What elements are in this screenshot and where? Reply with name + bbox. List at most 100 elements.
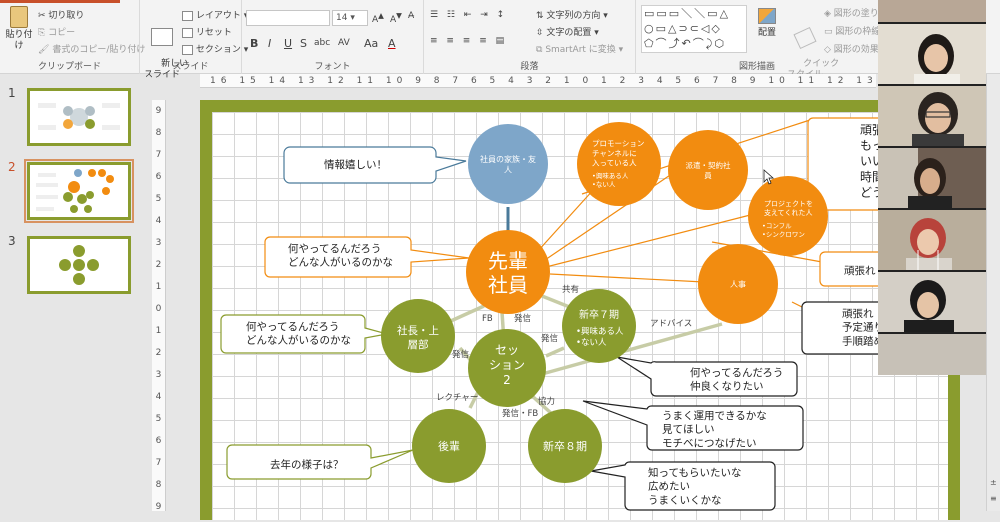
slide-thumbnail-1[interactable] — [27, 88, 131, 146]
shadow-button[interactable]: abc — [314, 38, 330, 48]
format-painter-button[interactable]: 🖌 書式のコピー/貼り付け — [38, 42, 145, 55]
node-kouhai[interactable]: 後輩 — [412, 409, 486, 483]
text-direction-button[interactable]: ⇅ 文字列の方向 ▾ — [536, 8, 608, 21]
video-tile-3[interactable] — [878, 86, 986, 146]
arrange-icon — [758, 8, 776, 24]
vertical-ruler-tick: 0 — [155, 304, 162, 314]
vertical-ruler-tick: 7 — [155, 150, 162, 160]
copy-button[interactable]: ⎘ コピー — [38, 25, 75, 38]
font-group: 14 ▾ A▲ A▼ A̶ B I U S abc AV Aa A フォント — [242, 0, 424, 74]
slides-group-label: スライド — [172, 62, 209, 72]
scroll-plus-icon[interactable]: ± — [990, 478, 997, 487]
shapes-gallery[interactable]: ▭▭▭＼＼▭△ ○▭△⊃⊂◁◇ ⬠⌒⤴↶⌒⤸⬡ — [641, 5, 747, 53]
video-tile-2[interactable] — [878, 24, 986, 84]
node-project[interactable]: プロジェクトを支えてくれた人 •コンフル•シンクロワン — [748, 176, 828, 256]
participant-4-avatar — [878, 148, 986, 208]
video-call-panel — [878, 0, 986, 375]
node-project-text: プロジェクトを支えてくれた人 — [764, 200, 813, 217]
connector-senpai-jinji — [549, 273, 705, 283]
bold-button[interactable]: B — [250, 37, 258, 50]
node-shinsotsu7[interactable]: 新卒７期 •興味ある人•ない人 — [562, 289, 636, 363]
node-kouhai-text: 後輩 — [438, 439, 460, 453]
paste-button[interactable]: 貼り付け — [2, 6, 36, 52]
copy-label: コピー — [48, 28, 76, 38]
vertical-ruler-tick: 5 — [155, 414, 162, 424]
slides-group: 新しい スライド レイアウト ▾ リセット セクション ▾ スライド — [140, 0, 248, 80]
font-size-field[interactable]: 14 ▾ — [332, 10, 368, 26]
callout-right-mid-text: 頑張れ — [844, 265, 876, 277]
vertical-ruler-tick: 9 — [155, 502, 162, 512]
cut-label: 切り取り — [48, 11, 85, 21]
node-senpai[interactable]: 先輩社員 — [466, 230, 550, 314]
mindmap-diagram: .lo { stroke: #f28c10; stroke-width: 1.2… — [220, 117, 948, 511]
font-name-field[interactable] — [246, 10, 330, 26]
layout-button[interactable]: レイアウト ▾ — [182, 8, 248, 21]
cut-button[interactable]: ✂ 切り取り — [38, 8, 84, 21]
arrange-label: 配置 — [757, 28, 776, 38]
slide-thumbnail-3[interactable] — [27, 236, 131, 294]
font-color-button[interactable]: A — [388, 37, 396, 50]
node-shinsotsu7-text: 新卒７期 — [579, 308, 619, 321]
shape-outline-button[interactable]: ▭ 図形の枠線 — [824, 24, 880, 37]
slide-thumbnail-2[interactable] — [24, 159, 134, 223]
video-tile-5[interactable] — [878, 210, 986, 270]
reset-icon — [182, 27, 193, 38]
callout-president: 何やってるんだろうどんな人がいるのかな — [220, 314, 388, 354]
align-buttons[interactable]: ≡ ≡ ≡ ≡ ▤ — [430, 36, 507, 46]
underline-button[interactable]: U — [284, 37, 292, 50]
vertical-ruler-tick: 3 — [155, 238, 162, 248]
vertical-scrollbar[interactable]: ± ≡ — [986, 74, 1000, 511]
scroll-fit-icon[interactable]: ≡ — [990, 494, 997, 503]
shape-effects-label: 図形の効果 — [833, 45, 879, 55]
node-family[interactable]: 社員の家族・友人 — [468, 124, 548, 204]
vertical-ruler-tick: 9 — [155, 106, 162, 116]
video-tile-6[interactable] — [878, 272, 986, 332]
node-haken[interactable]: 派遣・契約社員 — [668, 130, 748, 210]
arrange-button[interactable]: 配置 — [752, 8, 782, 39]
shape-fill-button[interactable]: ◈ 図形の塗り — [824, 6, 879, 19]
section-icon — [182, 44, 193, 55]
vertical-ruler-tick: 7 — [155, 458, 162, 468]
node-session2[interactable]: セッション 2 — [468, 329, 546, 407]
vertical-ruler-tick: 8 — [155, 480, 162, 490]
list-buttons[interactable]: ☰ ☷ ⇤ ⇥ ↕ — [430, 10, 507, 20]
slide-grid: .lo { stroke: #f28c10; stroke-width: 1.2… — [212, 112, 948, 520]
align-text-button[interactable]: ⇳ 文字の配置 ▾ — [536, 25, 599, 38]
grow-font-button[interactable]: A▲ — [372, 11, 384, 25]
participant-6-avatar — [878, 272, 986, 332]
callout-info-text: 情報嬉しい！ — [324, 158, 387, 171]
vertical-ruler-tick: 1 — [155, 282, 162, 292]
vertical-ruler-tick: 2 — [155, 348, 162, 358]
edge-label-hasshin-2: 発信 — [541, 333, 559, 344]
change-case-button[interactable]: Aa — [364, 37, 378, 50]
new-slide-button[interactable]: 新しい スライド — [144, 6, 188, 92]
node-president[interactable]: 社長・上層部 — [381, 299, 455, 373]
paste-label: 貼り付け — [5, 30, 33, 51]
node-jinji[interactable]: 人事 — [698, 244, 778, 324]
strikethrough-button[interactable]: S — [300, 37, 307, 50]
reset-button[interactable]: リセット — [182, 25, 232, 38]
slide-canvas[interactable]: .lo { stroke: #f28c10; stroke-width: 1.2… — [200, 100, 960, 520]
node-shinsotsu8[interactable]: 新卒８期 — [528, 409, 602, 483]
connector-session-shinsotsu7 — [545, 346, 565, 358]
smartart-button[interactable]: ⧉ SmartArt に変換 ▾ — [536, 42, 623, 55]
video-tile-4[interactable] — [878, 148, 986, 208]
text-direction-icon: ⇅ — [536, 11, 544, 21]
vertical-ruler-tick: 5 — [155, 194, 162, 204]
node-promotion[interactable]: プロモーションチャンネルに入っている人 •興味ある人•ない人 — [577, 122, 661, 206]
vertical-ruler-tick: 1 — [155, 326, 162, 336]
shrink-font-button[interactable]: A▼ — [390, 11, 402, 25]
font-group-label: フォント — [314, 62, 351, 72]
section-label: セクション — [195, 45, 241, 55]
callout-kouhai: 去年の様子は？ — [226, 444, 414, 480]
char-spacing-button[interactable]: AV — [338, 38, 350, 48]
video-tile-6-lower — [878, 334, 986, 375]
section-button[interactable]: セクション ▾ — [182, 42, 248, 55]
layout-icon — [182, 10, 193, 21]
shape-effects-button[interactable]: ◇ 図形の効果 — [824, 42, 879, 55]
participant-2-avatar — [878, 24, 986, 84]
italic-button[interactable]: I — [268, 37, 271, 50]
video-tile-1[interactable] — [878, 0, 986, 22]
clear-format-button[interactable]: A̶ — [408, 11, 414, 21]
shape-fill-label: 図形の塗り — [833, 9, 879, 19]
